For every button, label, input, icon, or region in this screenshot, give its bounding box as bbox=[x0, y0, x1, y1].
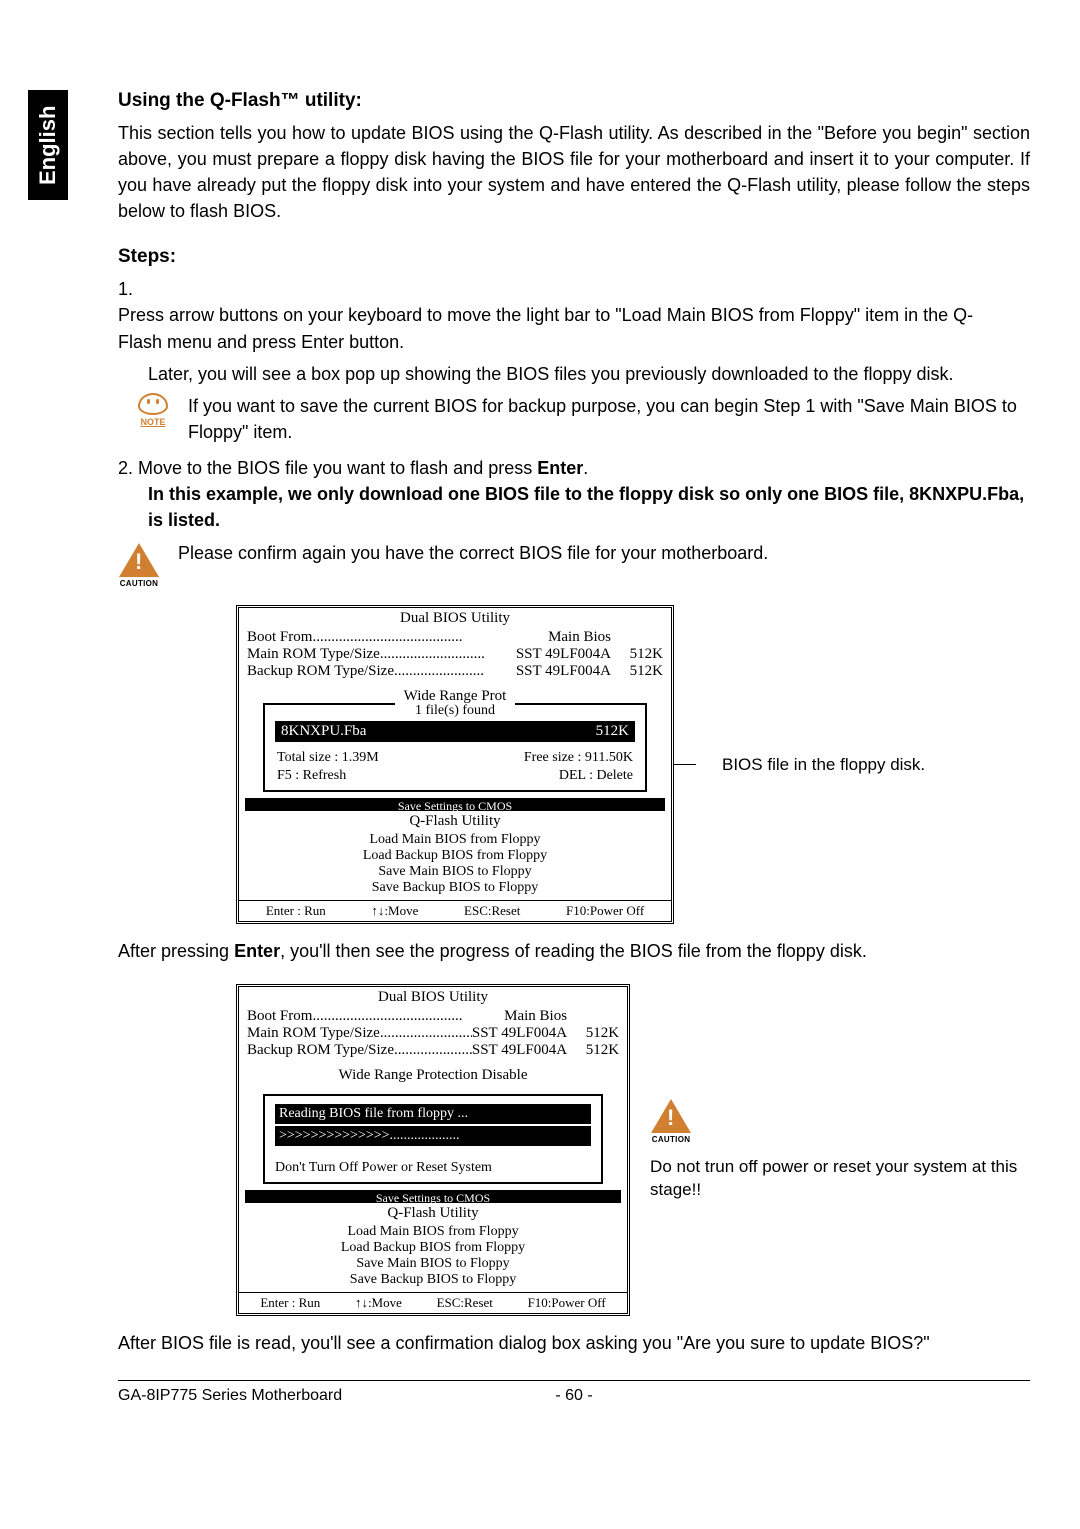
bios-title: Dual BIOS Utility bbox=[239, 608, 671, 629]
callout-do-not-power-off: Do not trun off power or reset your syst… bbox=[650, 1155, 1030, 1203]
qflash-menu: Load Main BIOS from Floppy Load Backup B… bbox=[239, 832, 671, 900]
note-icon: NOTE bbox=[132, 393, 174, 435]
page-footer: GA-8IP775 Series Motherboard - 60 - bbox=[118, 1380, 1030, 1405]
footer-page-number: - 60 - bbox=[555, 1387, 592, 1405]
step-number: 1. bbox=[118, 276, 148, 302]
callout-line bbox=[674, 764, 696, 765]
caution-block: ! CAUTION Please confirm again you have … bbox=[118, 543, 1030, 593]
qflash-item-load-backup-2[interactable]: Load Backup BIOS from Floppy bbox=[239, 1240, 627, 1256]
main-rom-size: 512K bbox=[611, 646, 663, 663]
reading-progress: >>>>>>>>>>>>>>.................... bbox=[275, 1126, 591, 1146]
qflash-item-load-backup[interactable]: Load Backup BIOS from Floppy bbox=[239, 848, 671, 864]
bios-title-2: Dual BIOS Utility bbox=[239, 987, 627, 1008]
wrp-line-full: Wide Range Protection Disable bbox=[247, 1067, 619, 1084]
qflash-item-save-main[interactable]: Save Main BIOS to Floppy bbox=[239, 864, 671, 880]
qflash-item-save-backup-2[interactable]: Save Backup BIOS to Floppy bbox=[239, 1272, 627, 1288]
total-size: Total size : 1.39M bbox=[277, 750, 379, 766]
boot-from-value: Main Bios bbox=[548, 629, 611, 646]
caution-icon: ! CAUTION bbox=[112, 543, 166, 593]
file-popup: 1 file(s) found 8KNXPU.Fba 512K Total si… bbox=[263, 703, 647, 792]
caution-text: Please confirm again you have the correc… bbox=[178, 543, 768, 564]
section-heading-qflash: Using the Q-Flash™ utility: bbox=[118, 90, 1030, 112]
reading-popup: Reading BIOS file from floppy ... >>>>>>… bbox=[263, 1094, 603, 1184]
reading-warning: Don't Turn Off Power or Reset System bbox=[275, 1160, 591, 1176]
step-1-later: Later, you will see a box pop up showing… bbox=[148, 361, 1030, 387]
key-esc: ESC:Reset bbox=[464, 903, 520, 919]
backup-rom-value: SST 49LF004A bbox=[516, 663, 611, 680]
step-text: Press arrow buttons on your keyboard to … bbox=[118, 302, 996, 354]
language-tab: English bbox=[28, 90, 68, 200]
backup-rom-label: Backup ROM Type/Size bbox=[247, 663, 394, 680]
caution-icon-side: ! CAUTION bbox=[644, 1099, 698, 1149]
main-rom-value: SST 49LF004A bbox=[516, 646, 611, 663]
steps-list: 1. Press arrow buttons on your keyboard … bbox=[118, 276, 1030, 354]
file-popup-title: 1 file(s) found bbox=[395, 703, 515, 719]
reading-line-1: Reading BIOS file from floppy ... bbox=[275, 1104, 591, 1124]
step-2-text: 2. Move to the BIOS file you want to fla… bbox=[118, 458, 537, 478]
backup-rom-size: 512K bbox=[611, 663, 663, 680]
steps-heading: Steps: bbox=[118, 246, 1030, 268]
bios-file-size: 512K bbox=[596, 723, 629, 740]
qflash-item-load-main-2[interactable]: Load Main BIOS from Floppy bbox=[239, 1224, 627, 1240]
bios-file-name: 8KNXPU.Fba bbox=[281, 723, 366, 740]
bios-utility-box: Dual BIOS Utility Boot From ............… bbox=[236, 605, 674, 924]
step-1: 1. Press arrow buttons on your keyboard … bbox=[118, 276, 1030, 354]
bios-figure-2: Dual BIOS Utility Boot From ............… bbox=[236, 984, 1030, 1316]
callout-bios-file: BIOS file in the floppy disk. bbox=[722, 753, 925, 777]
intro-paragraph: This section tells you how to update BIO… bbox=[118, 120, 1030, 224]
caution-icon-label: CAUTION bbox=[120, 579, 159, 588]
save-cmos-line: Save Settings to CMOS bbox=[245, 798, 665, 811]
qflash-title-2: Q-Flash Utility bbox=[239, 1203, 627, 1224]
main-rom-label: Main ROM Type/Size bbox=[247, 646, 380, 663]
step-2-enter: Enter bbox=[537, 458, 583, 478]
bios-figure-1: Dual BIOS Utility Boot From ............… bbox=[236, 605, 1030, 924]
qflash-title: Q-Flash Utility bbox=[239, 811, 671, 832]
f5-key: F5 : Refresh bbox=[277, 768, 346, 784]
key-f10: F10:Power Off bbox=[566, 903, 644, 919]
qflash-item-save-backup[interactable]: Save Backup BIOS to Floppy bbox=[239, 880, 671, 896]
key-enter: Enter : Run bbox=[266, 903, 326, 919]
qflash-item-load-main[interactable]: Load Main BIOS from Floppy bbox=[239, 832, 671, 848]
page-content: Using the Q-Flash™ utility: This section… bbox=[118, 90, 1030, 1405]
step-2: 2. Move to the BIOS file you want to fla… bbox=[118, 455, 1030, 481]
free-size: Free size : 911.50K bbox=[524, 750, 633, 766]
after-read-text: After BIOS file is read, you'll see a co… bbox=[118, 1330, 1030, 1356]
save-cmos-line-2: Save Settings to CMOS bbox=[245, 1190, 621, 1203]
del-key: DEL : Delete bbox=[559, 768, 633, 784]
boot-from-label: Boot From bbox=[247, 629, 312, 646]
example-bold-text: In this example, we only download one BI… bbox=[148, 481, 1030, 533]
footer-model: GA-8IP775 Series Motherboard bbox=[118, 1387, 555, 1405]
bios-utility-box-2: Dual BIOS Utility Boot From ............… bbox=[236, 984, 630, 1316]
after-enter-text: After pressing Enter, you'll then see th… bbox=[118, 938, 1030, 964]
step-2-dot: . bbox=[583, 458, 588, 478]
note-text: If you want to save the current BIOS for… bbox=[188, 393, 1030, 445]
qflash-item-save-main-2[interactable]: Save Main BIOS to Floppy bbox=[239, 1256, 627, 1272]
key-move: ↑↓:Move bbox=[371, 903, 418, 919]
note-icon-label: NOTE bbox=[140, 417, 165, 427]
bios-file-row[interactable]: 8KNXPU.Fba 512K bbox=[275, 721, 635, 742]
note-block: NOTE If you want to save the current BIO… bbox=[132, 393, 1030, 445]
